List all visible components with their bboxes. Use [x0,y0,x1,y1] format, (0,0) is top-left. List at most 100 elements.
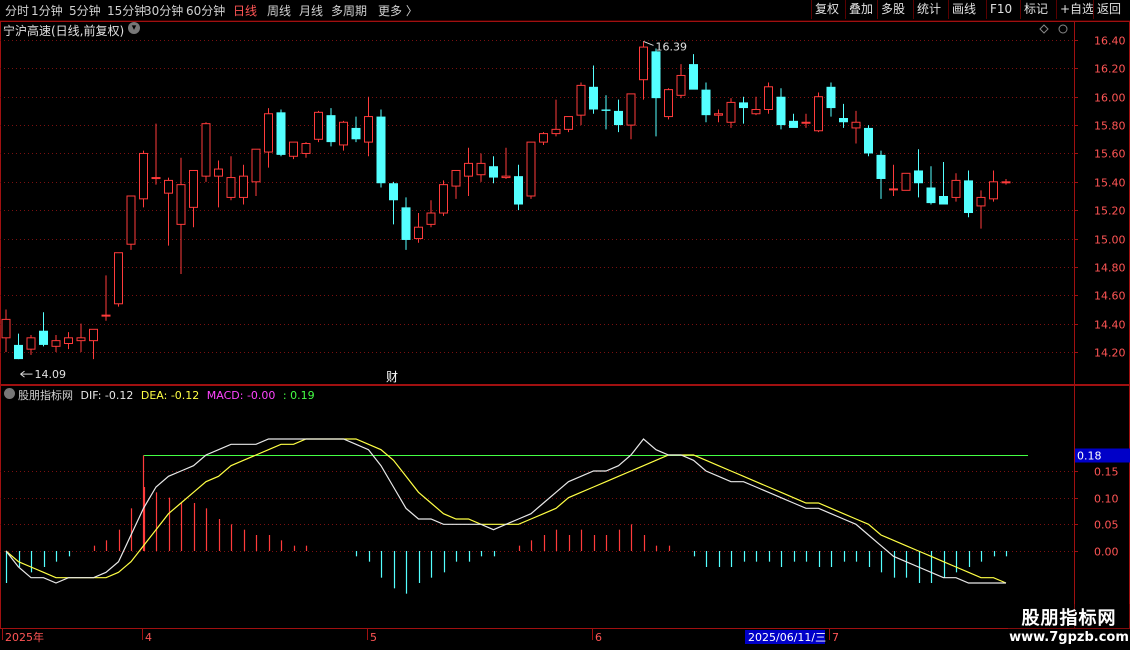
stock-chart[interactable]: 14.20 14.40 14.60 14.80 15.00 15.20 15.40 15.60… [0,20,1130,650]
candle-body-5 [64,337,73,344]
candle-body-11 [139,152,148,200]
period-tab-7[interactable]: 周线 [267,2,291,19]
candle-body-29 [364,116,373,143]
price-y-tick-label-11: 16.40 [1094,35,1126,48]
candle-body-78 [976,196,986,207]
candle-body-36 [451,169,461,187]
toolbar-button-4[interactable]: 画线 [948,0,979,19]
period-tab-6[interactable]: 日线 [233,2,257,19]
indicator-y-tick-label-0: 0.00 [1094,546,1119,559]
candle-body-72 [901,172,911,191]
period-tab-5[interactable]: 60分钟 [186,2,225,19]
level-badge-label: 0.18 [1077,450,1102,463]
period-tab-0[interactable]: 分时 [5,2,29,19]
candle-body-17 [214,168,223,177]
candle-body-19 [239,175,248,198]
candle-body-8 [101,314,111,317]
candle-body-61 [764,86,773,110]
circle-icon [1058,24,1068,34]
candle-body-58 [726,101,736,123]
high-marker-line [643,40,654,46]
indicator-name: 股朋指标网 [18,389,73,402]
indicator-legend: 股朋指标网 DIF: -0.12 DEA: -0.12 MACD: -0.00 … [18,387,319,403]
candle-body-37 [464,162,473,177]
candle-body-47 [589,86,598,110]
indicator-menu-icon[interactable] [4,388,15,399]
candle-body-48 [601,109,611,111]
price-y-tick-label-4: 15.00 [1094,234,1126,247]
candle-body-3 [39,330,48,345]
candle-body-55 [689,64,698,90]
candle-body-41 [514,176,523,205]
low-marker-label: 14.09 [35,368,67,381]
period-tab-4[interactable]: 30分钟 [144,2,183,19]
candle-body-21 [264,113,273,153]
x-axis-band [0,628,1074,650]
toolbar-button-6[interactable]: 标记 [1020,0,1051,19]
x-tick-label-2: 5 [370,631,377,644]
candle-body-45 [564,116,573,130]
x-tick-label-0: 2025年 [5,630,44,644]
candle-body-79 [989,181,998,200]
candle-body-34 [426,212,436,225]
x-tick-label-4: 7 [832,631,839,644]
candle-body-46 [576,84,586,116]
candle-body-22 [276,112,286,155]
candle-body-80 [1001,181,1011,184]
price-y-tick-label-6: 15.40 [1094,177,1126,190]
price-y-tick-label-5: 15.20 [1094,205,1126,218]
chevron-down-icon[interactable]: ▾ [128,22,140,34]
price-y-tick-label-0: 14.20 [1094,347,1126,360]
candle-body-0 [1,318,11,339]
period-tab-9[interactable]: 多周期 [331,2,367,19]
price-y-tick-label-7: 15.60 [1094,148,1126,161]
candle-body-32 [401,207,411,240]
period-tab-1[interactable]: 1分钟 [31,2,63,19]
candle-body-44 [551,128,561,135]
candle-body-16 [201,123,211,177]
candle-body-56 [701,89,711,116]
dif-value: DIF: -0.12 [80,389,134,402]
candle-body-70 [876,154,886,179]
toolbar-button-1[interactable]: 叠加 [845,0,876,19]
period-tab-3[interactable]: 15分钟 [107,2,146,19]
candle-body-33 [414,226,423,240]
candle-body-68 [851,121,861,129]
candle-body-43 [539,133,548,143]
candle-body-28 [351,127,361,140]
toolbar-button-5[interactable]: F10 [986,0,1015,19]
candle-body-59 [739,102,748,109]
price-panel-frame [0,21,1130,385]
candle-body-60 [751,108,761,115]
toolbar-button-3[interactable]: 统计 [913,0,944,19]
candle-body-57 [714,113,723,116]
price-y-tick-label-2: 14.60 [1094,290,1126,303]
toolbar-button-2[interactable]: 多股 [877,0,908,19]
toolbar-button-7[interactable]: +自选 [1056,0,1097,19]
event-marker-finance: 财 [386,370,398,384]
x-tick-label-3: 6 [595,631,602,644]
candle-body-74 [926,187,936,204]
period-tab-2[interactable]: 5分钟 [69,2,101,19]
candle-body-20 [251,148,261,183]
candle-body-64 [801,121,811,124]
candle-body-38 [476,162,486,176]
period-tab-10[interactable]: 更多 〉 [378,2,418,19]
candle-body-67 [839,118,848,123]
candle-body-66 [826,86,836,109]
candle-body-30 [376,116,386,184]
candle-body-69 [864,127,873,154]
toolbar-button-8[interactable]: 返回 [1093,0,1124,19]
candle-body-6 [76,337,86,342]
toolbar-button-0[interactable]: 复权 [811,0,842,19]
candle-body-27 [339,121,348,146]
candle-body-63 [789,120,798,128]
candle-body-13 [164,179,173,194]
x-tick-label-1: 4 [145,631,152,644]
price-y-tick-label-1: 14.40 [1094,319,1126,332]
period-tab-8[interactable]: 月线 [299,2,323,19]
candle-body-35 [439,184,448,214]
price-y-tick-label-8: 15.80 [1094,120,1126,133]
high-marker-label: 16.39 [656,40,688,53]
candle-body-54 [676,74,686,96]
